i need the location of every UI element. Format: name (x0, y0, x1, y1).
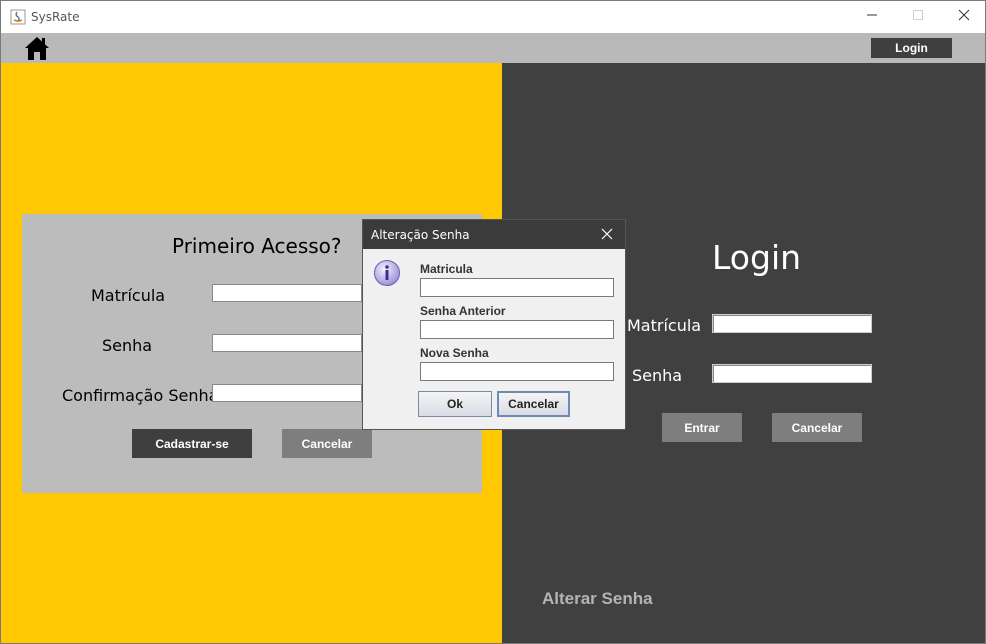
confirmacao-label: Confirmação Senha (62, 386, 219, 405)
dialog-matricula-field[interactable] (420, 278, 614, 297)
info-icon (373, 259, 401, 287)
nav-login-button[interactable]: Login (871, 38, 952, 58)
first-cancelar-button[interactable]: Cancelar (282, 429, 372, 458)
nav-bar: Login (1, 33, 985, 63)
login-senha-field[interactable] (712, 364, 872, 383)
alterar-senha-link[interactable]: Alterar Senha (542, 589, 653, 609)
senha-label: Senha (102, 336, 153, 355)
window-title: SysRate (31, 10, 80, 24)
first-confirmacao-field[interactable] (212, 384, 362, 402)
close-button[interactable] (941, 1, 985, 33)
dialog-matricula-label: Matricula (420, 262, 473, 276)
first-access-title: Primeiro Acesso? (172, 234, 342, 258)
dialog-senha-anterior-field[interactable] (420, 320, 614, 339)
login-cancelar-button[interactable]: Cancelar (772, 413, 862, 442)
dialog-title-bar: Alteração Senha (363, 220, 625, 249)
dialog-ok-button[interactable]: Ok (418, 391, 492, 417)
login-matricula-field[interactable] (712, 314, 872, 333)
dialog-nova-senha-label: Nova Senha (420, 346, 489, 360)
login-title: Login (712, 238, 802, 277)
java-app-icon (10, 9, 26, 25)
dialog-senha-anterior-label: Senha Anterior (420, 304, 506, 318)
title-bar: SysRate (1, 1, 985, 33)
dialog-title: Alteração Senha (371, 228, 470, 242)
dialog-close-icon[interactable] (599, 226, 615, 242)
matricula-label: Matrícula (91, 286, 166, 305)
maximize-icon (912, 8, 924, 26)
close-icon (958, 8, 970, 26)
first-senha-field[interactable] (212, 334, 362, 352)
app-window: SysRate Login Primeiro Acesso? Matrícula… (0, 0, 986, 644)
dialog-cancelar-button[interactable]: Cancelar (497, 391, 570, 417)
alteracao-senha-dialog: Alteração Senha Matricula Senha Anterior (362, 219, 626, 430)
entrar-button[interactable]: Entrar (662, 413, 742, 442)
home-icon[interactable] (24, 35, 50, 61)
maximize-button[interactable] (895, 1, 941, 33)
minimize-icon (866, 8, 878, 26)
dialog-nova-senha-field[interactable] (420, 362, 614, 381)
login-matricula-label: Matrícula (627, 316, 702, 335)
cadastrar-button[interactable]: Cadastrar-se (132, 429, 252, 458)
login-senha-label: Senha (632, 366, 683, 385)
minimize-button[interactable] (849, 1, 895, 33)
first-matricula-field[interactable] (212, 284, 362, 302)
